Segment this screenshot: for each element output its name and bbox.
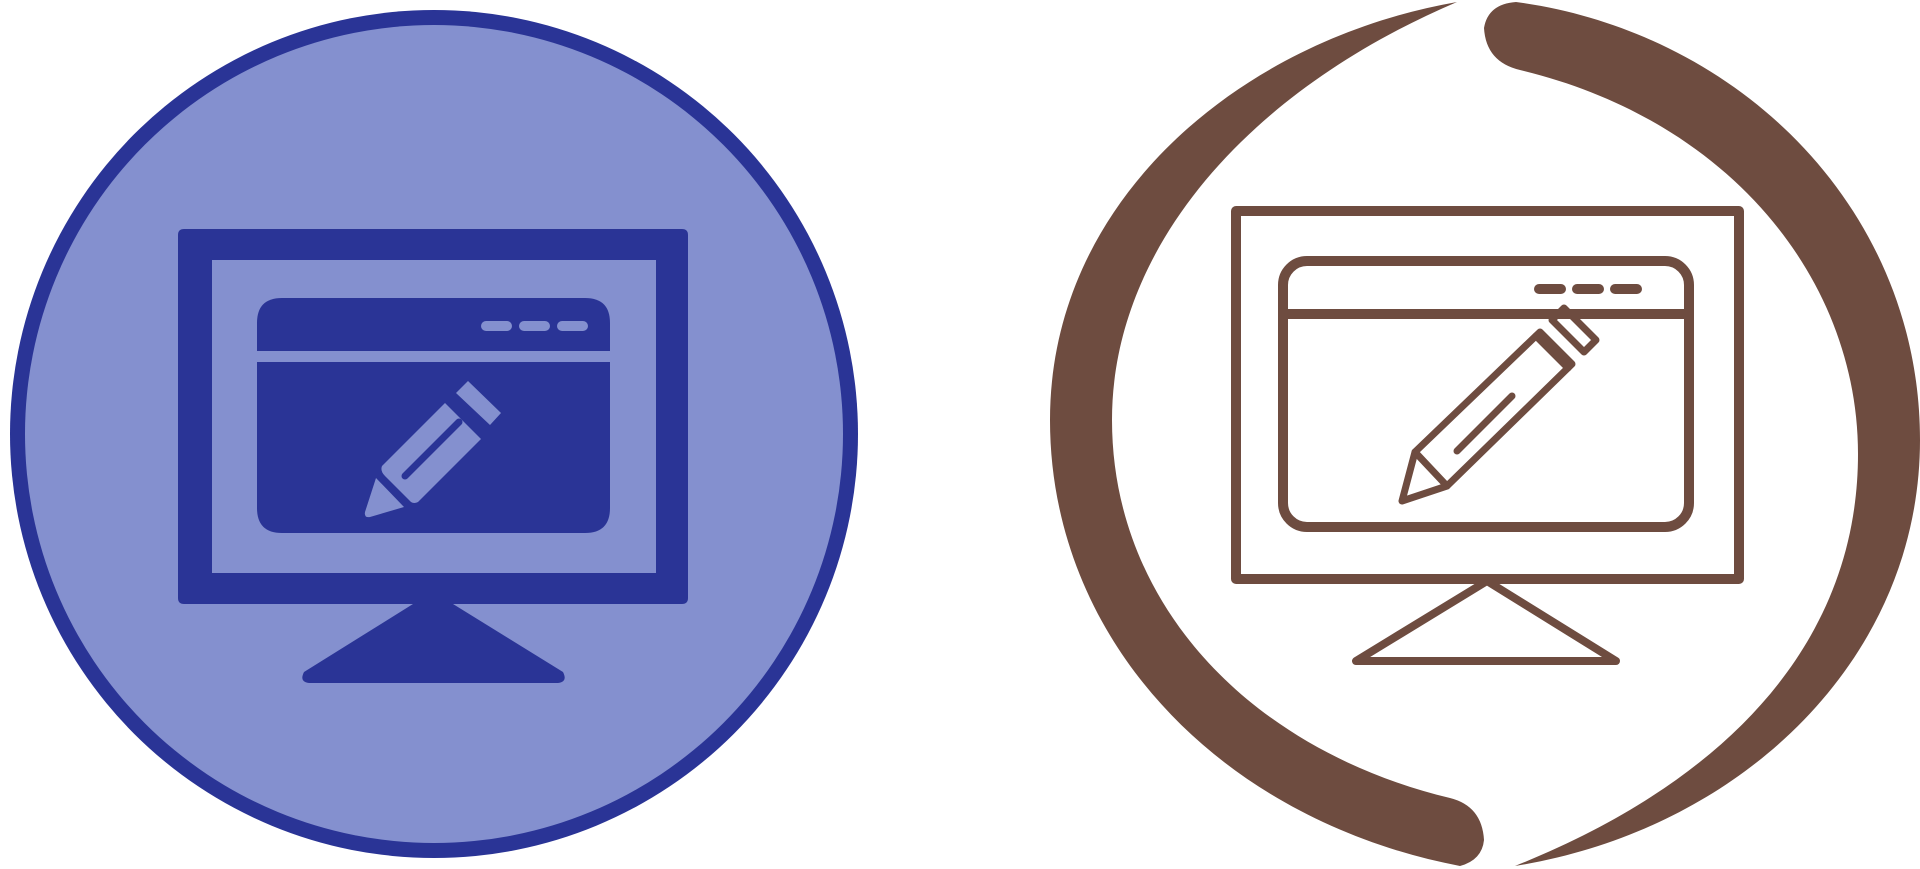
window-control-dot [557,321,588,331]
refresh-arc-right [1484,2,1920,866]
monitor-stand [1352,577,1620,665]
monitor-edit-glyph-icon [0,0,870,869]
browser-window [1278,256,1694,532]
monitor-edit-outline-svg [1050,2,1920,866]
monitor-edit-outline-icon [1050,0,1920,869]
window-control-dot [481,321,512,331]
window-control-dot [1610,284,1642,294]
window-control-dot [1534,284,1566,294]
window-control-dot [519,321,550,331]
pencil-icon [1398,304,1600,505]
refresh-arc-left [1050,2,1484,866]
icon-stage [0,0,1920,869]
window-control-dot [1572,284,1604,294]
browser-window-header [257,298,610,351]
monitor-edit-glyph-svg [10,10,858,858]
